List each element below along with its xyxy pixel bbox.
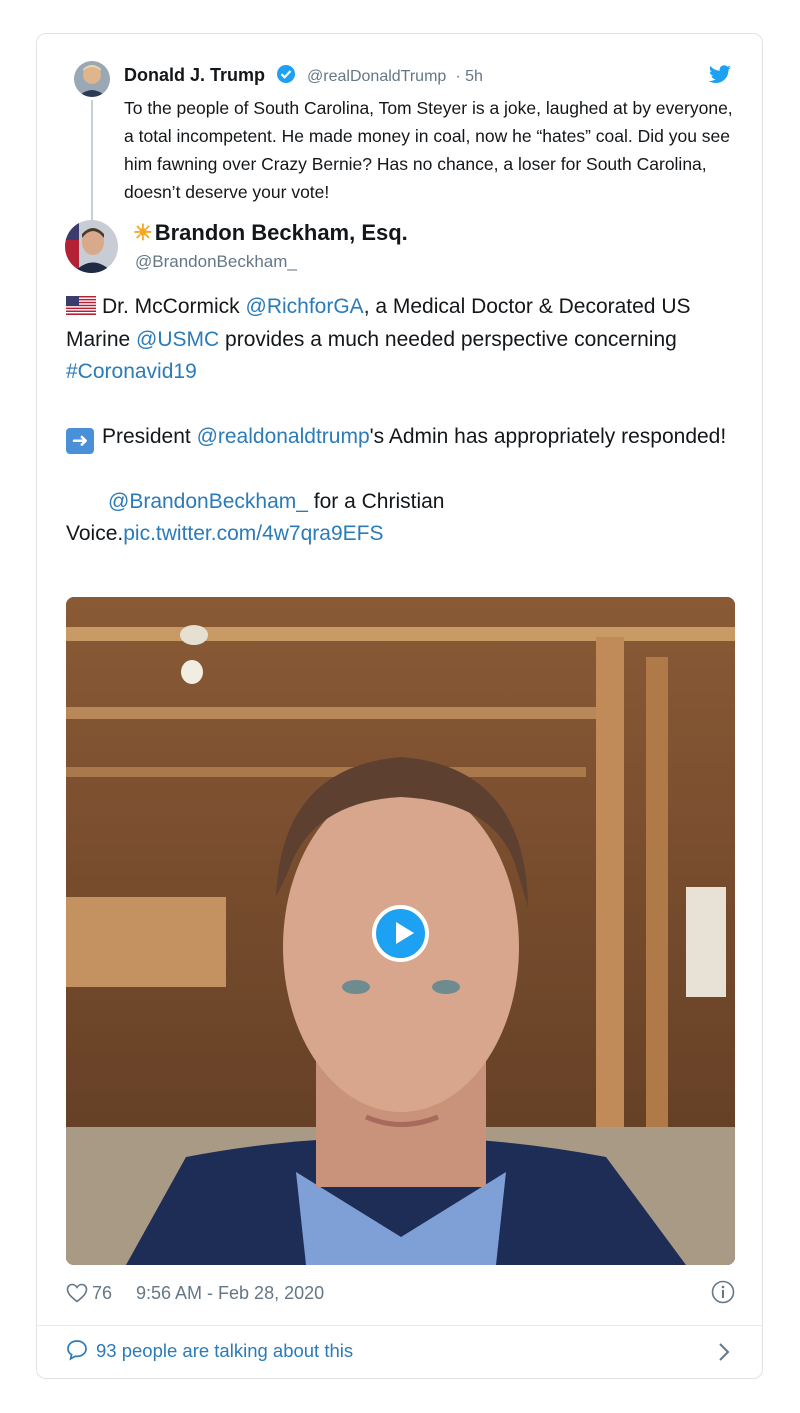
media-link[interactable]: pic.twitter.com/4w7qra9EFS bbox=[123, 522, 383, 545]
like-count: 76 bbox=[92, 1283, 113, 1303]
reply-time: · 5h bbox=[455, 68, 483, 85]
trump-avatar[interactable] bbox=[74, 61, 110, 97]
mention-realdonaldtrump[interactable]: @realdonaldtrump bbox=[197, 425, 370, 448]
reply-header: Donald J. Trump @realDonaldTrump · 5h bbox=[124, 64, 483, 89]
verified-badge-icon bbox=[276, 64, 296, 89]
heart-icon bbox=[66, 1283, 88, 1308]
hashtag-coronavid19[interactable]: #Coronavid19 bbox=[66, 360, 197, 383]
text-segment: President bbox=[102, 424, 197, 448]
reply-author-handle[interactable]: @realDonaldTrump bbox=[307, 68, 446, 85]
us-flag-icon bbox=[66, 293, 96, 315]
sun-emoji-icon: ☀ bbox=[133, 220, 153, 245]
text-segment: 's Admin has appropriately responded! bbox=[369, 424, 727, 448]
conversation-link[interactable]: 93 people are talking about this bbox=[66, 1339, 735, 1369]
conversation-count-label: 93 people are talking about this bbox=[96, 1340, 354, 1361]
author-handle[interactable]: @BrandonBeckham_ bbox=[135, 252, 297, 272]
reply-text: To the people of South Carolina, Tom Ste… bbox=[124, 98, 733, 202]
thread-line bbox=[91, 100, 93, 222]
tweet-footer: 76 9:56 AM - Feb 28, 2020 bbox=[66, 1280, 735, 1310]
tweet-paragraph-3: @BrandonBeckham_ for a Christian Voice.p… bbox=[66, 486, 736, 551]
text-segment: provides a much needed perspective conce… bbox=[219, 327, 677, 351]
text-segment: Dr. McCormick bbox=[102, 295, 246, 318]
tweet-card: Donald J. Trump @realDonaldTrump · 5h To… bbox=[36, 33, 763, 1379]
right-arrow-emoji-icon: ➜ bbox=[66, 427, 94, 454]
mention-richforga[interactable]: @RichforGA bbox=[246, 295, 364, 318]
mention-brandonbeckham[interactable]: @BrandonBeckham_ bbox=[108, 490, 308, 513]
beckham-avatar[interactable] bbox=[65, 220, 118, 273]
divider bbox=[37, 1325, 762, 1326]
tweet-paragraph-2: ➜ President @realdonaldtrump's Admin has … bbox=[66, 421, 736, 454]
speech-bubble-icon bbox=[66, 1339, 88, 1366]
info-icon[interactable] bbox=[711, 1280, 735, 1309]
twitter-bird-icon[interactable] bbox=[708, 65, 732, 90]
play-button[interactable] bbox=[372, 905, 429, 962]
author-name-text: Brandon Beckham, Esq. bbox=[154, 220, 408, 245]
tweet-timestamp[interactable]: 9:56 AM - Feb 28, 2020 bbox=[136, 1283, 324, 1304]
mention-usmc[interactable]: @USMC bbox=[136, 328, 219, 351]
reply-author-name[interactable]: Donald J. Trump bbox=[124, 65, 265, 85]
author-name[interactable]: ☀Brandon Beckham, Esq. bbox=[133, 220, 408, 246]
tweet-paragraph-1: Dr. McCormick @RichforGA, a Medical Doct… bbox=[66, 291, 736, 389]
like-button[interactable]: 76 bbox=[66, 1283, 112, 1308]
tweet-body: Dr. McCormick @RichforGA, a Medical Doct… bbox=[66, 291, 736, 551]
video-player[interactable] bbox=[66, 597, 735, 1265]
chevron-right-icon[interactable] bbox=[717, 1341, 731, 1368]
quoted-reply-tweet[interactable]: Donald J. Trump @realDonaldTrump · 5h To… bbox=[37, 34, 762, 239]
